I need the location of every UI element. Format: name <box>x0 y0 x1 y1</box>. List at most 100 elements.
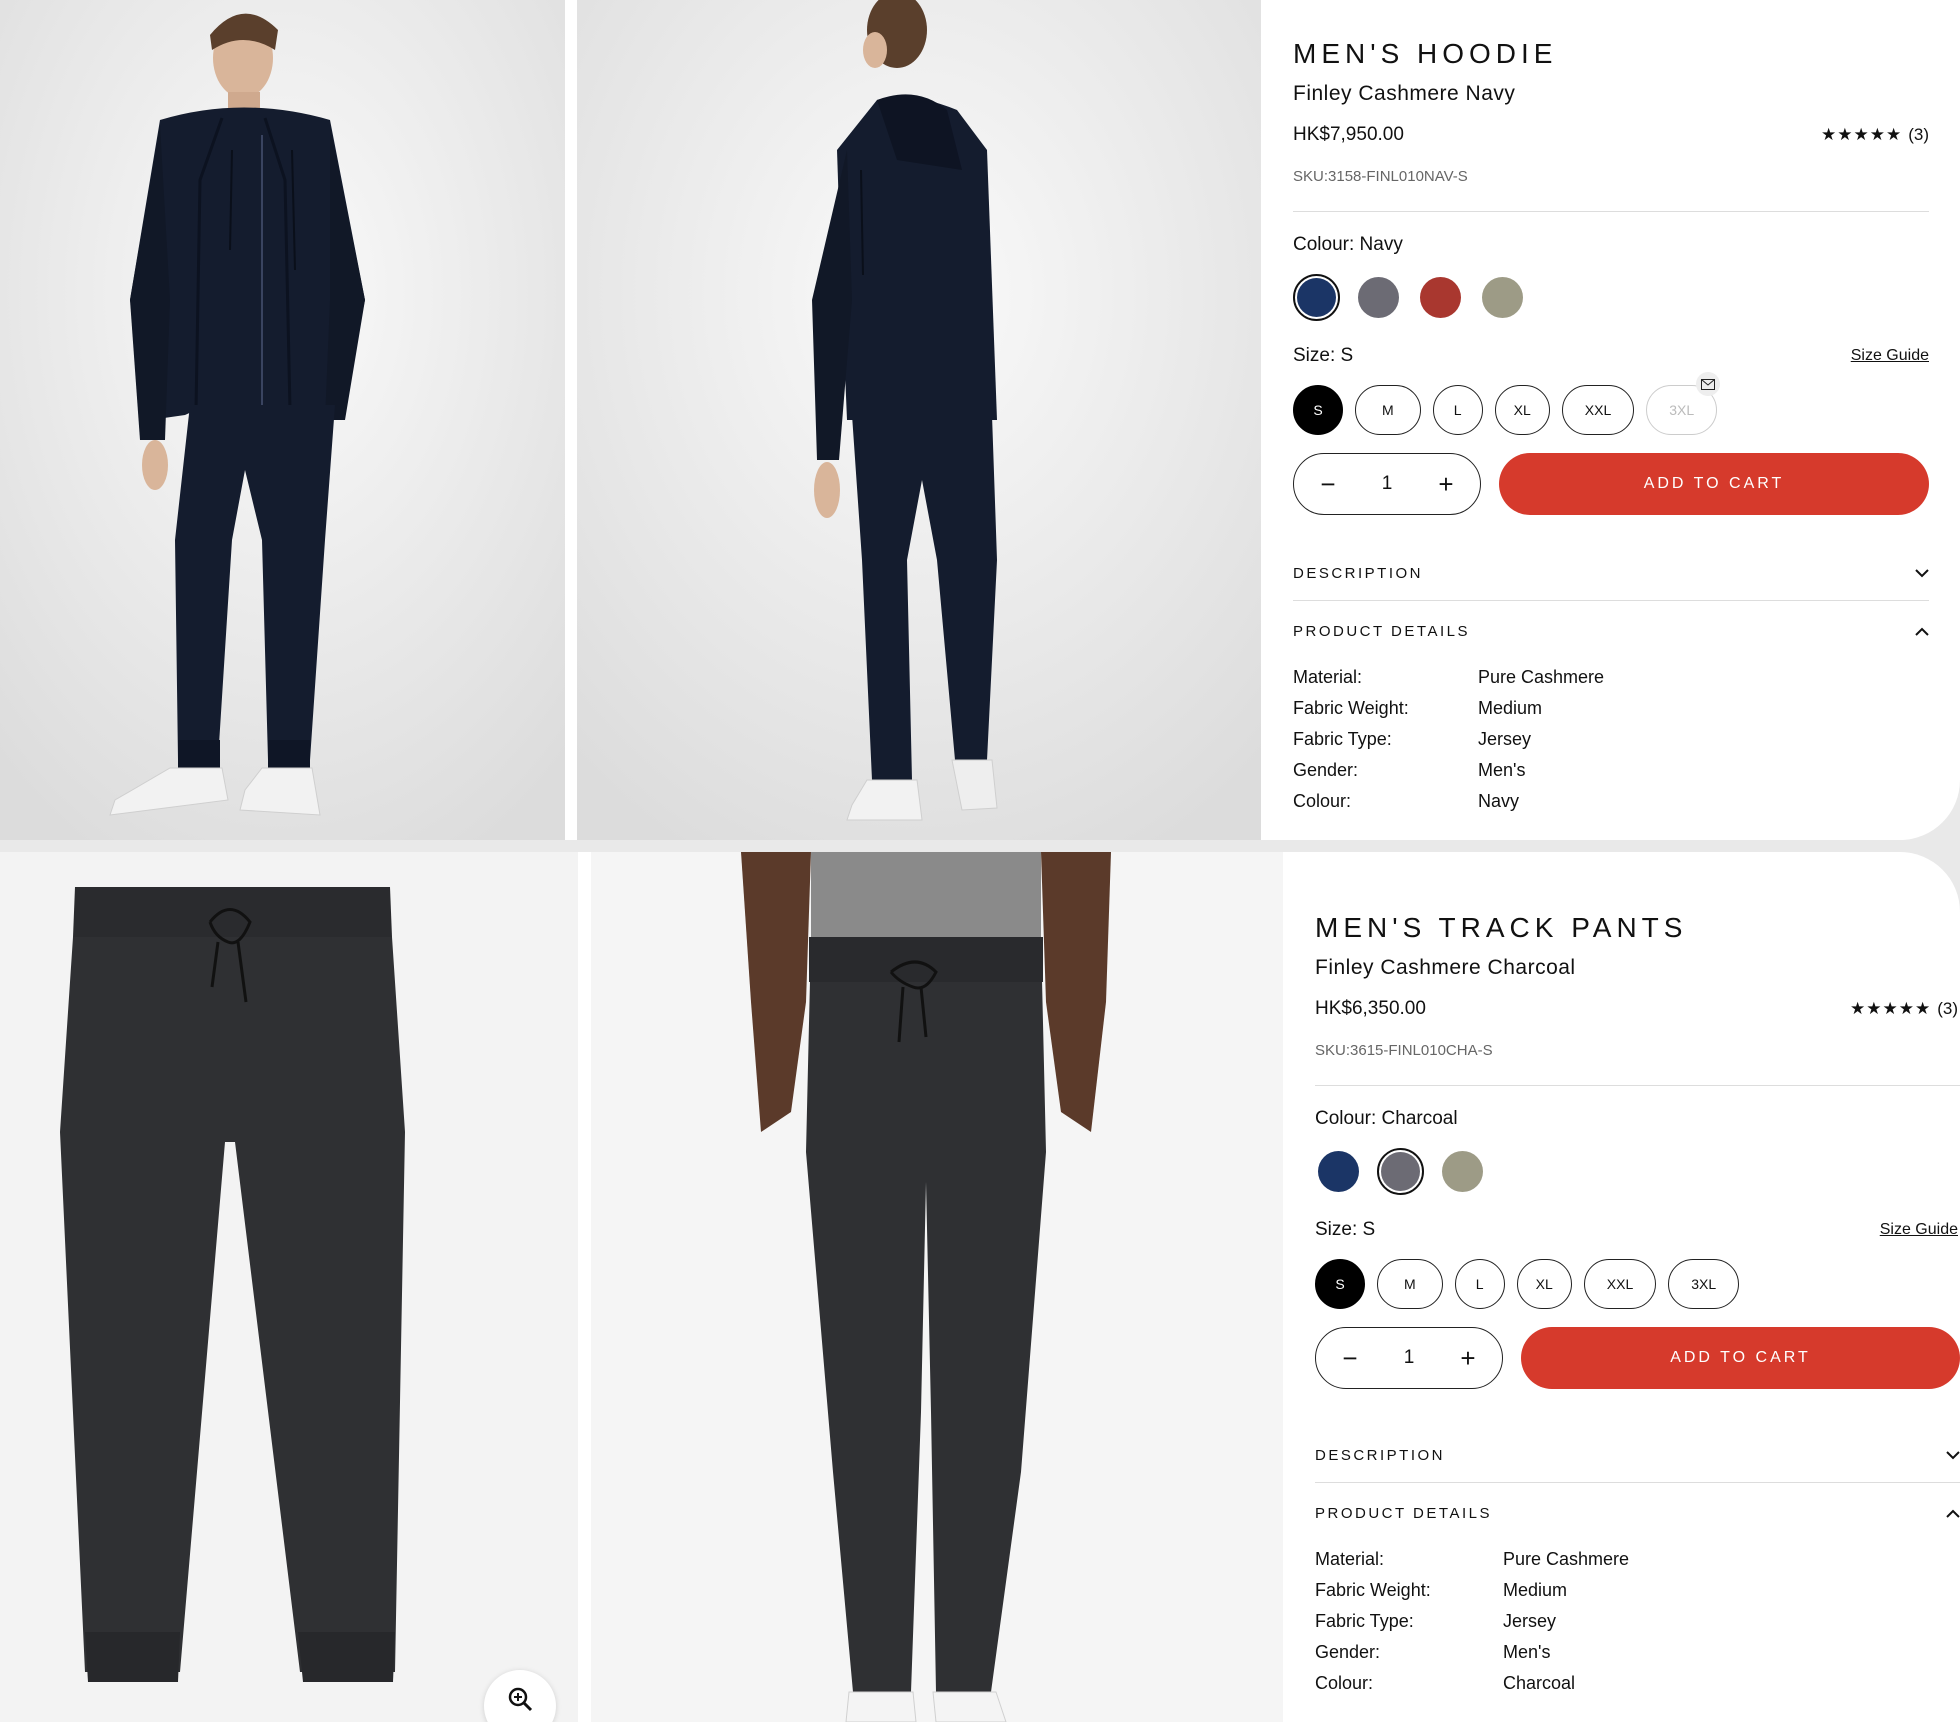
product-details-label: PRODUCT DETAILS <box>1293 623 1470 640</box>
detail-key: Colour: <box>1315 1673 1374 1693</box>
detail-value: Pure Cashmere <box>1478 667 1605 687</box>
product-subtitle: Finley Cashmere Navy <box>1293 82 1516 105</box>
swatch-red[interactable] <box>1417 274 1464 321</box>
rating[interactable]: ★★★★★ (3) <box>1850 999 1958 1019</box>
chevron-up-icon <box>1946 1505 1960 1522</box>
qty-value[interactable]: 1 <box>1382 473 1393 495</box>
product-image-pants-model[interactable] <box>591 852 1283 1722</box>
detail-key: Fabric Weight: <box>1315 1580 1431 1600</box>
product-card-hoodie: MEN'S HOODIE Finley Cashmere Navy HK$7,9… <box>0 0 1960 840</box>
divider <box>1315 1085 1960 1086</box>
detail-row: Fabric Type: Jersey <box>1293 724 1929 755</box>
chevron-down-icon <box>1946 1447 1960 1464</box>
rating[interactable]: ★★★★★ (3) <box>1821 125 1929 145</box>
quantity-stepper: − 1 + <box>1315 1327 1503 1389</box>
detail-row: Colour: Charcoal <box>1315 1668 1960 1699</box>
size-s-button[interactable]: S <box>1293 385 1343 435</box>
divider <box>1293 211 1929 212</box>
product-sku: SKU:3158-FINL010NAV-S <box>1293 168 1468 185</box>
size-3xl-button[interactable]: 3XL <box>1646 372 1721 435</box>
size-xxl-button[interactable]: XXL <box>1561 385 1635 435</box>
qty-increase-button[interactable]: + <box>1456 1343 1480 1374</box>
description-label: DESCRIPTION <box>1293 565 1424 582</box>
product-image-pants-flat[interactable] <box>0 852 578 1722</box>
product-details-accordion[interactable]: PRODUCT DETAILS <box>1315 1505 1960 1522</box>
envelope-icon[interactable] <box>1696 372 1721 396</box>
product-image-hoodie-front[interactable] <box>0 0 565 840</box>
detail-value: Jersey <box>1478 729 1532 749</box>
swatch-charcoal[interactable] <box>1355 274 1402 321</box>
star-rating-icon: ★★★★★ <box>1850 999 1932 1018</box>
product-details-list: Material: Pure Cashmere Fabric Weight: Med… <box>1293 662 1929 817</box>
size-3xl-button[interactable]: 3XL <box>1668 1259 1740 1309</box>
size-guide-link[interactable]: Size Guide <box>1851 347 1929 365</box>
star-rating-icon: ★★★★★ <box>1821 125 1903 144</box>
detail-key: Fabric Type: <box>1293 729 1392 749</box>
product-details-label: PRODUCT DETAILS <box>1315 1505 1492 1522</box>
product-details-accordion[interactable]: PRODUCT DETAILS <box>1293 623 1929 640</box>
product-subtitle: Finley Cashmere Charcoal <box>1315 956 1576 979</box>
detail-row: Gender: Men's <box>1293 755 1929 786</box>
size-l-button[interactable]: L <box>1432 385 1483 435</box>
detail-key: Material: <box>1293 667 1363 687</box>
size-label: Size: S <box>1315 1219 1376 1240</box>
detail-value: Navy <box>1478 791 1520 811</box>
description-label: DESCRIPTION <box>1315 1447 1446 1464</box>
swatch-taupe[interactable] <box>1439 1148 1486 1195</box>
add-to-cart-button[interactable]: ADD TO CART <box>1521 1327 1960 1389</box>
detail-value: Men's <box>1503 1642 1551 1662</box>
swatch-charcoal[interactable] <box>1377 1148 1424 1195</box>
swatch-navy[interactable] <box>1315 1148 1362 1195</box>
size-3xl-label: 3XL <box>1669 402 1695 418</box>
detail-key: Material: <box>1315 1549 1385 1569</box>
size-guide-link[interactable]: Size Guide <box>1880 1221 1958 1239</box>
swatch-navy[interactable] <box>1293 274 1340 321</box>
detail-row: Material: Pure Cashmere <box>1315 1544 1960 1575</box>
detail-key: Gender: <box>1293 760 1359 780</box>
size-m-button[interactable]: M <box>1355 385 1421 435</box>
size-s-button[interactable]: S <box>1315 1259 1365 1309</box>
size-label: Size: S <box>1293 345 1354 366</box>
description-accordion[interactable]: DESCRIPTION <box>1315 1447 1960 1483</box>
detail-value: Medium <box>1503 1580 1568 1600</box>
detail-value: Medium <box>1478 698 1543 718</box>
detail-key: Colour: <box>1293 791 1352 811</box>
size-xxl-button[interactable]: XXL <box>1583 1259 1657 1309</box>
product-price: HK$7,950.00 <box>1293 124 1404 145</box>
qty-value[interactable]: 1 <box>1404 1347 1415 1369</box>
detail-row: Fabric Weight: Medium <box>1293 693 1929 724</box>
chevron-up-icon <box>1915 623 1929 640</box>
detail-key: Fabric Weight: <box>1293 698 1409 718</box>
detail-value: Men's <box>1478 760 1526 780</box>
review-count: (3) <box>1908 125 1929 144</box>
size-m-button[interactable]: M <box>1377 1259 1443 1309</box>
qty-increase-button[interactable]: + <box>1434 469 1458 500</box>
qty-decrease-button[interactable]: − <box>1316 469 1340 500</box>
review-count: (3) <box>1937 999 1958 1018</box>
colour-swatches <box>1293 274 1929 321</box>
product-title: MEN'S HOODIE <box>1293 38 1558 69</box>
size-options: S M L XL XXL 3XL <box>1293 372 1929 435</box>
colour-swatches <box>1315 1148 1960 1195</box>
chevron-down-icon <box>1915 565 1929 582</box>
size-options: S M L XL XXL 3XL <box>1315 1259 1960 1309</box>
detail-key: Gender: <box>1315 1642 1381 1662</box>
size-l-button[interactable]: L <box>1454 1259 1505 1309</box>
product-sku: SKU:3615-FINL010CHA-S <box>1315 1042 1493 1059</box>
colour-label: Colour: Navy <box>1293 234 1403 255</box>
detail-row: Gender: Men's <box>1315 1637 1960 1668</box>
description-accordion[interactable]: DESCRIPTION <box>1293 565 1929 601</box>
detail-key: Fabric Type: <box>1315 1611 1414 1631</box>
size-xl-button[interactable]: XL <box>1516 1259 1572 1309</box>
add-to-cart-button[interactable]: ADD TO CART <box>1499 453 1929 515</box>
detail-value: Charcoal <box>1503 1673 1576 1693</box>
product-info-track-pants: MEN'S TRACK PANTS Finley Cashmere Charco… <box>1315 852 1960 1699</box>
product-details-list: Material: Pure Cashmere Fabric Weight: Med… <box>1315 1544 1960 1699</box>
product-card-track-pants: MEN'S TRACK PANTS Finley Cashmere Charco… <box>0 852 1960 1722</box>
detail-value: Pure Cashmere <box>1503 1549 1630 1569</box>
quantity-stepper: − 1 + <box>1293 453 1481 515</box>
swatch-taupe[interactable] <box>1479 274 1526 321</box>
qty-decrease-button[interactable]: − <box>1338 1343 1362 1374</box>
product-image-hoodie-back[interactable] <box>577 0 1261 840</box>
size-xl-button[interactable]: XL <box>1494 385 1550 435</box>
